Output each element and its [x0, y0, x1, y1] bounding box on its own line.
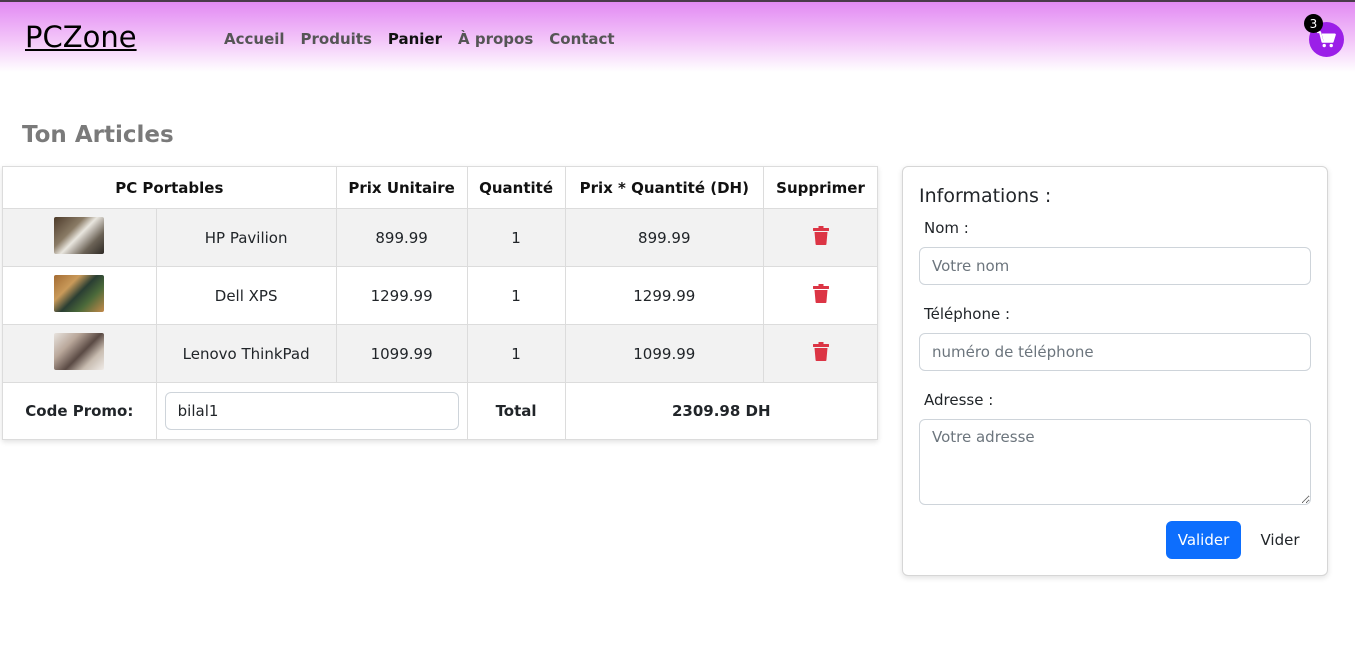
promo-code-input[interactable]: [164, 392, 459, 430]
nav-link-panier[interactable]: Panier: [388, 30, 442, 48]
info-title: Informations :: [919, 185, 1052, 207]
product-thumbnail-cell: [2, 324, 157, 383]
navbar: PCZone Accueil Produits Panier À propos …: [0, 0, 1355, 72]
table-header-row: PC Portables Prix Unitaire Quantité Prix…: [2, 166, 878, 209]
delete-cell: [763, 324, 878, 383]
line-total: 1299.99: [564, 266, 765, 325]
header-prix-quantite: Prix * Quantité (DH): [564, 166, 765, 209]
delete-button[interactable]: [812, 342, 829, 365]
quantity: 1: [466, 324, 566, 383]
unit-price: 1299.99: [335, 266, 468, 325]
product-name: Dell XPS: [155, 266, 337, 325]
address-field[interactable]: [919, 419, 1311, 505]
phone-label: Téléphone :: [924, 305, 1011, 323]
header-supprimer: Supprimer: [763, 166, 878, 209]
info-form-card: Informations : Nom : Téléphone : Adresse…: [902, 166, 1328, 576]
quantity: 1: [466, 208, 566, 267]
nav-links: Accueil Produits Panier À propos Contact: [224, 30, 631, 48]
unit-price: 899.99: [335, 208, 468, 267]
delete-button[interactable]: [812, 284, 829, 307]
promo-label: Code Promo:: [2, 382, 157, 440]
table-footer-row: Code Promo: Total 2309.98 DH: [2, 382, 879, 440]
nav-link-produits[interactable]: Produits: [301, 30, 372, 48]
total-value: 2309.98 DH: [564, 382, 879, 440]
product-image: [54, 217, 105, 254]
table-row: HP Pavilion 899.99 1 899.99: [2, 208, 878, 267]
clear-button[interactable]: Vider: [1251, 521, 1309, 559]
cart-table: PC Portables Prix Unitaire Quantité Prix…: [2, 166, 879, 440]
header-quantite: Quantité: [466, 166, 566, 209]
submit-button[interactable]: Valider: [1166, 521, 1241, 559]
promo-input-cell: [155, 382, 468, 440]
table-row: Lenovo ThinkPad 1099.99 1 1099.99: [2, 324, 878, 383]
product-name: Lenovo ThinkPad: [155, 324, 337, 383]
table-row: Dell XPS 1299.99 1 1299.99: [2, 266, 878, 325]
product-thumbnail-cell: [2, 208, 157, 267]
cart-count-badge: 3: [1304, 14, 1323, 33]
trash-icon: [812, 284, 829, 304]
page-title: Ton Articles: [22, 122, 174, 148]
name-label: Nom :: [924, 219, 969, 237]
header-prix-unitaire: Prix Unitaire: [335, 166, 468, 209]
name-field[interactable]: [919, 247, 1311, 285]
product-name: HP Pavilion: [155, 208, 337, 267]
line-total: 899.99: [564, 208, 765, 267]
product-image: [54, 333, 105, 370]
nav-link-contact[interactable]: Contact: [549, 30, 614, 48]
product-thumbnail-cell: [2, 266, 157, 325]
brand-logo[interactable]: PCZone: [25, 20, 137, 54]
trash-icon: [812, 342, 829, 362]
phone-field[interactable]: [919, 333, 1311, 371]
quantity: 1: [466, 266, 566, 325]
delete-cell: [763, 266, 878, 325]
delete-cell: [763, 208, 878, 267]
header-pc-portables: PC Portables: [2, 166, 337, 209]
delete-button[interactable]: [812, 226, 829, 249]
product-image: [54, 275, 105, 312]
nav-link-accueil[interactable]: Accueil: [224, 30, 285, 48]
nav-link-a-propos[interactable]: À propos: [458, 30, 533, 48]
cart-icon: [1317, 31, 1336, 48]
unit-price: 1099.99: [335, 324, 468, 383]
trash-icon: [812, 226, 829, 246]
address-label: Adresse :: [924, 391, 994, 409]
line-total: 1099.99: [564, 324, 765, 383]
total-label: Total: [466, 382, 566, 440]
